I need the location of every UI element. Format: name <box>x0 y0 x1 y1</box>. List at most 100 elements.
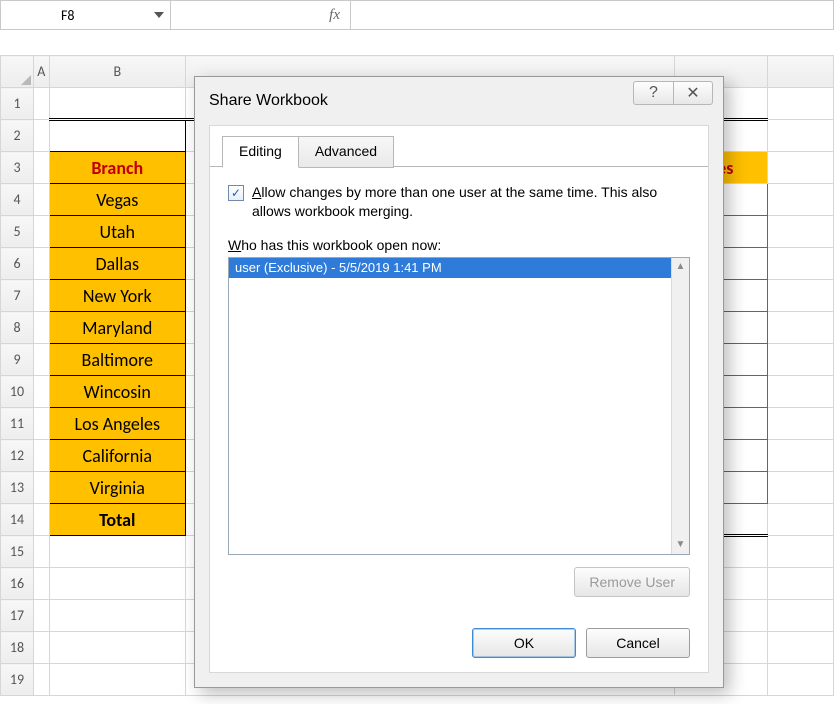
cell[interactable] <box>34 88 50 120</box>
cell[interactable] <box>49 120 185 152</box>
cell[interactable] <box>34 568 50 600</box>
cell[interactable] <box>767 184 833 216</box>
row-header[interactable]: 10 <box>1 376 34 408</box>
row-header[interactable]: 16 <box>1 568 34 600</box>
cell[interactable] <box>34 408 50 440</box>
data-cell[interactable]: Los Angeles <box>49 408 185 440</box>
cancel-button[interactable]: Cancel <box>586 628 690 658</box>
list-scrollbar[interactable]: ▲ ▼ <box>671 258 689 554</box>
row-header[interactable]: 3 <box>1 152 34 184</box>
ok-button[interactable]: OK <box>472 628 576 658</box>
cell[interactable] <box>34 376 50 408</box>
cell[interactable] <box>767 280 833 312</box>
cell[interactable] <box>34 344 50 376</box>
row-header[interactable]: 4 <box>1 184 34 216</box>
data-cell[interactable]: Maryland <box>49 312 185 344</box>
row-header[interactable]: 19 <box>1 664 34 696</box>
scroll-down-icon[interactable]: ▼ <box>672 536 689 554</box>
data-cell[interactable]: Utah <box>49 216 185 248</box>
row-header[interactable]: 9 <box>1 344 34 376</box>
name-box-dropdown-icon[interactable] <box>152 7 166 23</box>
formula-bar: F8 fx <box>0 0 834 30</box>
row-header[interactable]: 6 <box>1 248 34 280</box>
row-header[interactable]: 12 <box>1 440 34 472</box>
cell[interactable] <box>34 664 50 696</box>
scroll-track[interactable] <box>672 276 689 536</box>
cell[interactable] <box>49 632 185 664</box>
allow-changes-text: llow changes by more than one user at th… <box>252 184 657 219</box>
cell[interactable] <box>34 280 50 312</box>
cell[interactable] <box>34 184 50 216</box>
cell[interactable] <box>767 408 833 440</box>
cell[interactable] <box>767 600 833 632</box>
data-cell[interactable]: Vegas <box>49 184 185 216</box>
cell[interactable] <box>767 216 833 248</box>
name-box[interactable]: F8 <box>1 1 171 29</box>
data-cell[interactable]: Virginia <box>49 472 185 504</box>
row-header[interactable]: 11 <box>1 408 34 440</box>
cell[interactable] <box>767 632 833 664</box>
row-header[interactable]: 15 <box>1 536 34 568</box>
cell[interactable] <box>767 536 833 568</box>
tab-editing[interactable]: Editing <box>222 136 299 168</box>
row-header[interactable]: 8 <box>1 312 34 344</box>
cell[interactable] <box>767 152 833 184</box>
cell[interactable] <box>34 216 50 248</box>
tab-advanced[interactable]: Advanced <box>298 136 394 168</box>
fx-icon[interactable]: fx <box>329 7 340 24</box>
select-all-corner[interactable] <box>1 56 34 88</box>
row-header[interactable]: 18 <box>1 632 34 664</box>
who-open-label: Who has this workbook open now: <box>228 237 690 253</box>
list-item[interactable]: user (Exclusive) - 5/5/2019 1:41 PM <box>229 258 671 278</box>
data-cell[interactable]: Baltimore <box>49 344 185 376</box>
row-header[interactable]: 1 <box>1 88 34 120</box>
cell[interactable] <box>767 120 833 152</box>
row-header[interactable]: 14 <box>1 504 34 536</box>
help-button[interactable]: ? <box>633 81 673 105</box>
cell[interactable] <box>34 536 50 568</box>
cell[interactable] <box>767 312 833 344</box>
col-header-a[interactable]: A <box>34 56 50 88</box>
cell[interactable] <box>34 440 50 472</box>
cell[interactable] <box>49 536 185 568</box>
cell[interactable] <box>34 312 50 344</box>
dialog-titlebar[interactable]: Share Workbook ? ✕ <box>195 77 723 125</box>
cell[interactable] <box>34 152 50 184</box>
cell[interactable] <box>767 344 833 376</box>
data-cell[interactable]: California <box>49 440 185 472</box>
cell[interactable] <box>34 504 50 536</box>
cell[interactable] <box>767 472 833 504</box>
row-header[interactable]: 7 <box>1 280 34 312</box>
row-header[interactable]: 17 <box>1 600 34 632</box>
allow-changes-checkbox[interactable]: ✓ <box>228 185 244 201</box>
cell[interactable] <box>767 440 833 472</box>
cell[interactable] <box>49 664 185 696</box>
cell[interactable] <box>34 632 50 664</box>
header-branch[interactable]: Branch <box>49 152 185 184</box>
cell[interactable] <box>767 376 833 408</box>
scroll-up-icon[interactable]: ▲ <box>672 258 689 276</box>
cell[interactable] <box>767 504 833 536</box>
cell[interactable] <box>49 600 185 632</box>
cell[interactable] <box>767 664 833 696</box>
cell[interactable] <box>767 568 833 600</box>
data-cell[interactable]: Dallas <box>49 248 185 280</box>
cell[interactable] <box>49 88 185 120</box>
users-listbox[interactable]: user (Exclusive) - 5/5/2019 1:41 PM ▲ ▼ <box>228 257 690 555</box>
data-cell[interactable]: New York <box>49 280 185 312</box>
col-header-blank3[interactable] <box>767 56 833 88</box>
col-header-b[interactable]: B <box>49 56 185 88</box>
row-header[interactable]: 5 <box>1 216 34 248</box>
row-header[interactable]: 2 <box>1 120 34 152</box>
cell[interactable] <box>34 600 50 632</box>
cell[interactable] <box>34 248 50 280</box>
cell[interactable] <box>767 88 833 120</box>
cell[interactable] <box>767 248 833 280</box>
cell[interactable] <box>34 472 50 504</box>
cell[interactable] <box>49 568 185 600</box>
data-cell[interactable]: Wincosin <box>49 376 185 408</box>
row-header[interactable]: 13 <box>1 472 34 504</box>
close-button[interactable]: ✕ <box>673 81 713 105</box>
cell[interactable] <box>34 120 50 152</box>
total-cell[interactable]: Total <box>49 504 185 536</box>
